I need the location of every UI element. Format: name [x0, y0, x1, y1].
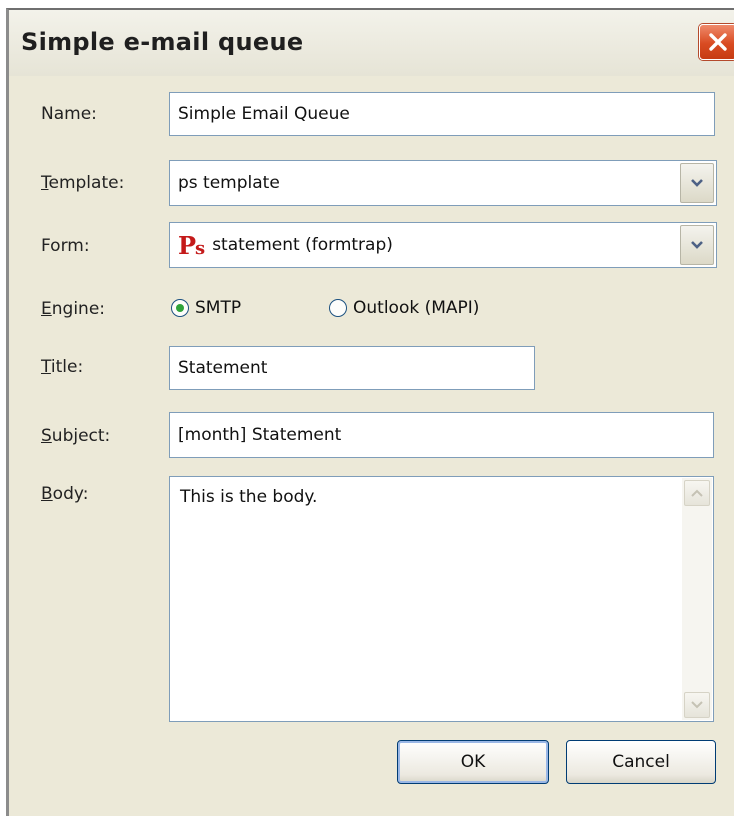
scroll-down-button[interactable]	[684, 692, 710, 718]
title-label-text: itle:	[50, 357, 84, 377]
subject-input[interactable]: [month] Statement	[169, 412, 714, 458]
name-input[interactable]: Simple Email Queue	[169, 92, 715, 136]
chevron-down-icon	[691, 179, 703, 187]
engine-radio-smtp[interactable]: SMTP	[171, 298, 241, 318]
vertical-scrollbar[interactable]	[682, 478, 712, 720]
close-icon	[709, 33, 727, 51]
engine-label: Engine:	[41, 299, 105, 319]
engine-radio-outlook[interactable]: Outlook (MAPI)	[329, 298, 479, 318]
template-label-mnemonic: T	[41, 173, 49, 193]
chevron-down-icon	[691, 241, 703, 249]
template-label-text: emplate:	[48, 173, 125, 193]
engine-radio-outlook-label: Outlook (MAPI)	[353, 298, 480, 318]
engine-radio-smtp-label: SMTP	[195, 298, 242, 318]
form-select[interactable]: Ps statement (formtrap)	[169, 222, 717, 268]
subject-label: Subject:	[41, 426, 110, 446]
radio-unchecked-icon	[329, 299, 347, 317]
title-label-mnemonic: T	[41, 357, 51, 377]
title-label: Title:	[41, 357, 83, 377]
body-textarea-value: This is the body.	[180, 487, 318, 507]
radio-checked-icon	[171, 299, 189, 317]
close-button[interactable]	[699, 24, 734, 60]
chevron-up-icon	[691, 489, 703, 497]
engine-label-text: ngine:	[51, 299, 105, 319]
subject-label-mnemonic: S	[41, 426, 52, 446]
dialog-window: Simple e-mail queue Name: Simple Email Q…	[6, 8, 734, 816]
name-label: Name:	[41, 104, 97, 124]
scroll-up-button[interactable]	[684, 480, 710, 506]
chevron-down-icon	[691, 701, 703, 709]
form-label: Form:	[41, 236, 90, 256]
subject-label-text: ubject:	[51, 426, 111, 446]
template-dropdown-button[interactable]	[680, 163, 714, 203]
form-select-value: statement (formtrap)	[212, 235, 393, 255]
subject-input-value: [month] Statement	[178, 425, 342, 445]
template-label: Template:	[41, 173, 124, 193]
title-bar[interactable]: Simple e-mail queue	[9, 10, 734, 76]
form-dropdown-button[interactable]	[680, 225, 714, 265]
body-label: Body:	[41, 484, 88, 504]
cancel-button[interactable]: Cancel	[566, 740, 716, 784]
window-title: Simple e-mail queue	[21, 28, 304, 56]
ps-logo-icon: Ps	[178, 230, 205, 260]
body-textarea[interactable]: This is the body.	[169, 476, 714, 722]
body-label-text: ody:	[52, 484, 89, 504]
template-select-value: ps template	[178, 173, 280, 193]
ok-button[interactable]: OK	[397, 740, 549, 784]
title-input[interactable]: Statement	[169, 346, 535, 390]
template-select[interactable]: ps template	[169, 160, 717, 206]
name-input-value: Simple Email Queue	[178, 104, 350, 124]
title-input-value: Statement	[178, 358, 268, 378]
body-label-mnemonic: B	[41, 484, 53, 504]
engine-label-mnemonic: E	[41, 299, 52, 319]
